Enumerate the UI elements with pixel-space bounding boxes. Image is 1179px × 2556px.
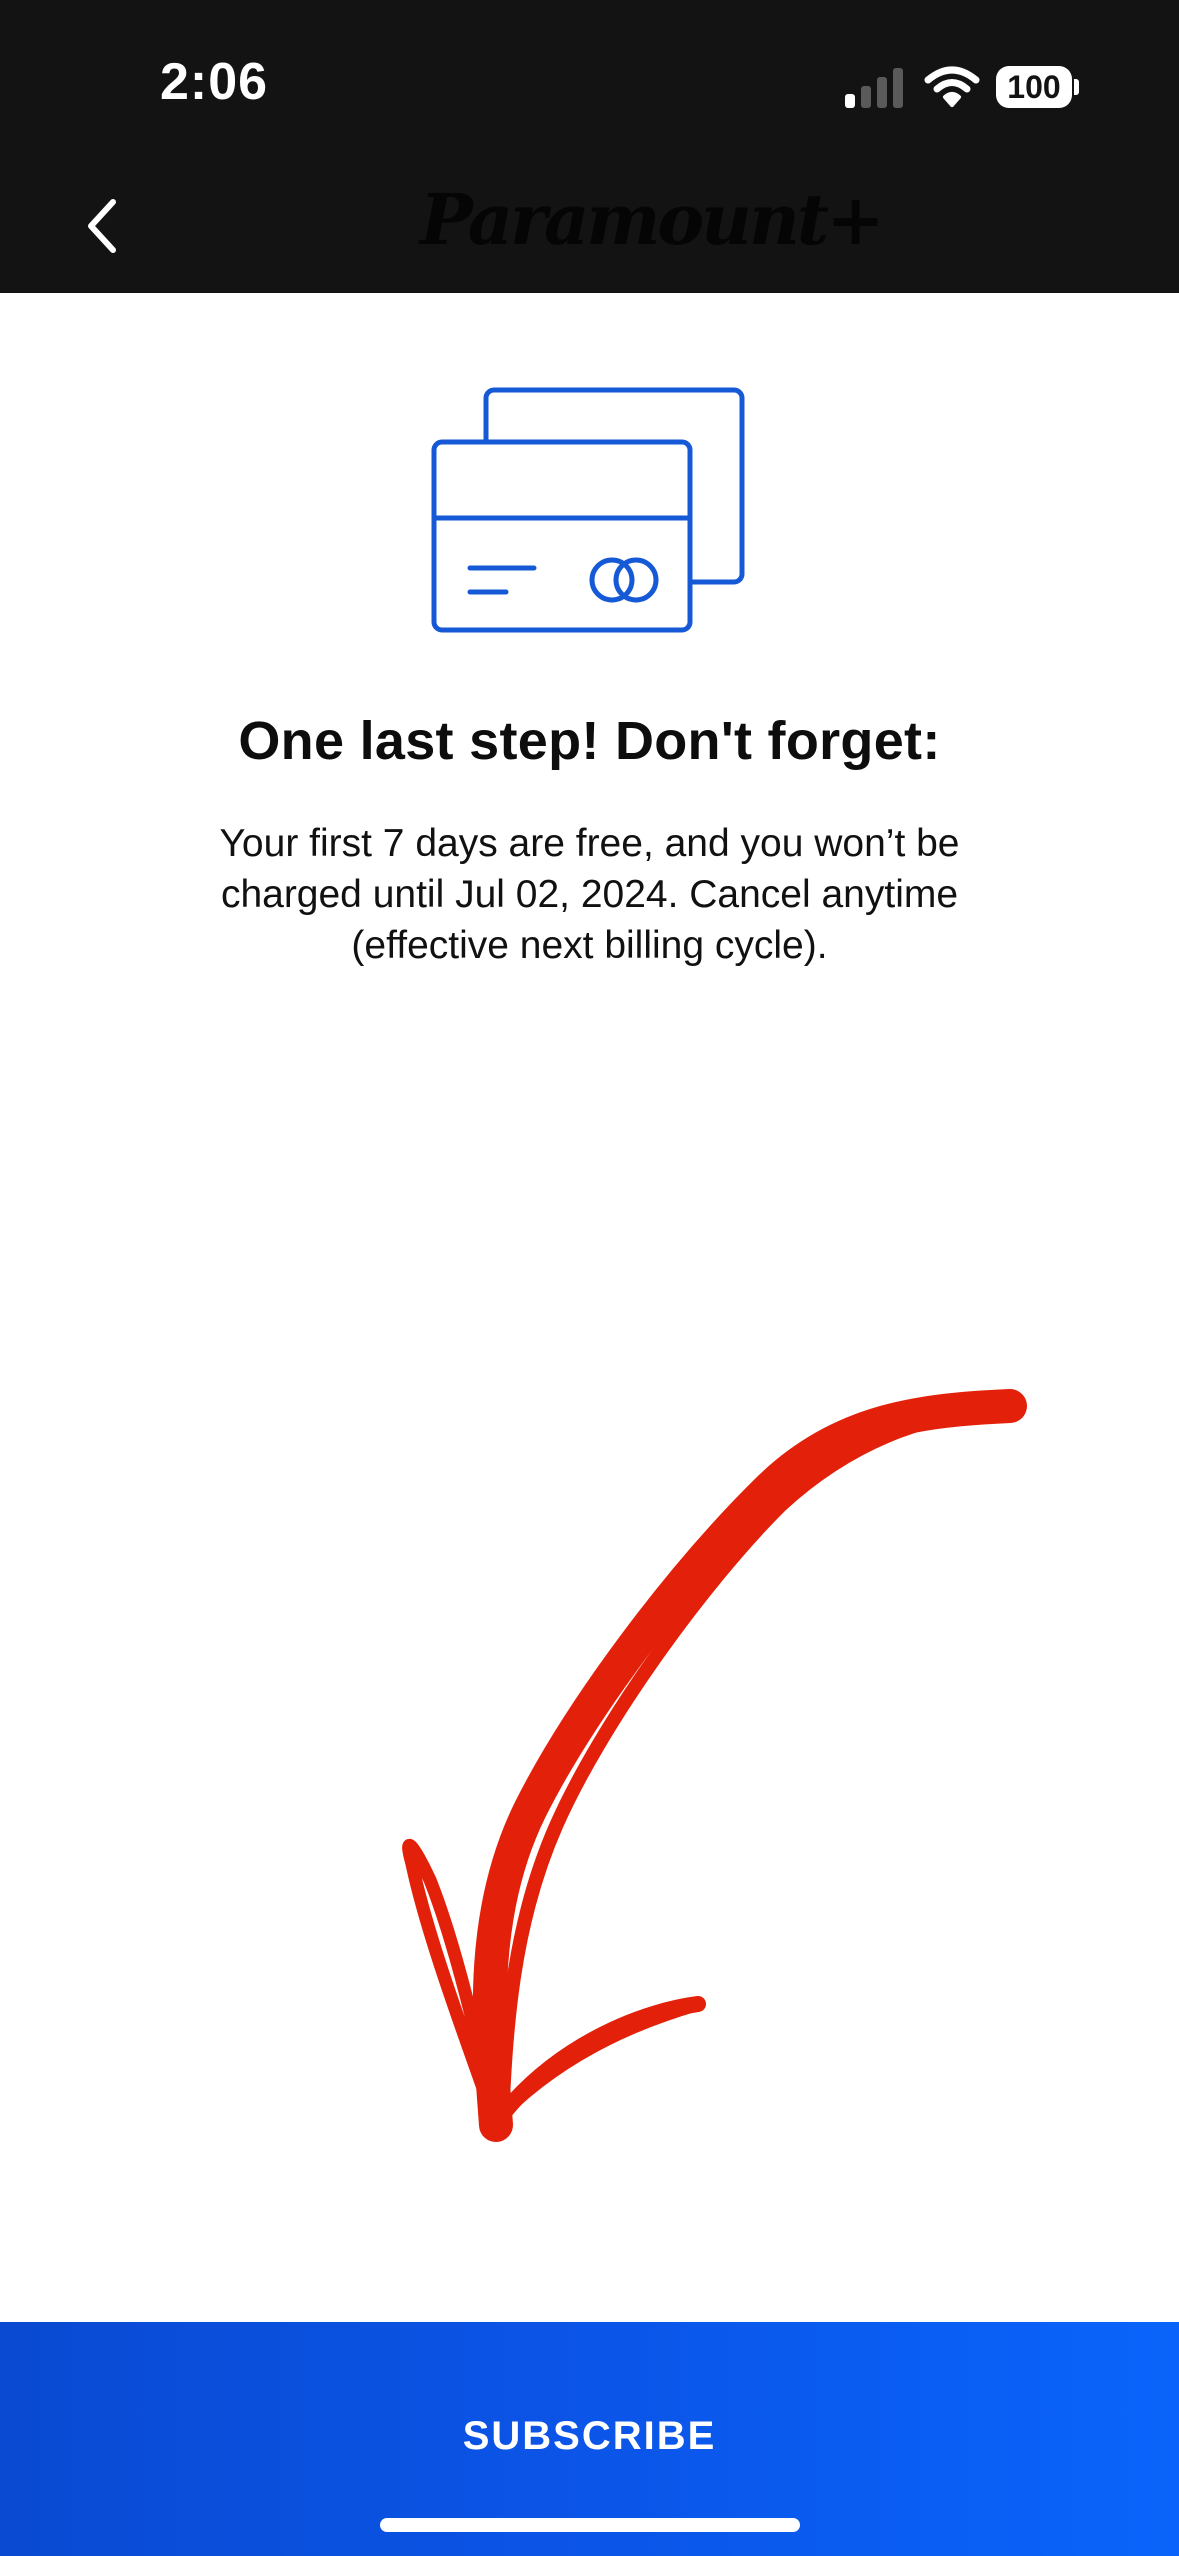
- trial-info-text: Your first 7 days are free, and you won’…: [219, 822, 960, 967]
- subscribe-button[interactable]: SUBSCRIBE: [0, 2322, 1179, 2556]
- paramount-plus-logo: Paramount+: [420, 178, 885, 261]
- wifi-icon: [924, 66, 980, 107]
- battery-cap: [1074, 79, 1079, 95]
- page-title: One last step! Don't forget:: [238, 711, 941, 771]
- credit-cards-icon: [431, 387, 745, 633]
- back-button[interactable]: [70, 190, 134, 262]
- red-hand-drawn-arrow-icon: [402, 1389, 1027, 2142]
- header: 2:06 100 Paramount+: [0, 0, 1179, 293]
- status-time: 2:06: [160, 53, 269, 111]
- chevron-left-icon: [88, 199, 116, 253]
- subscribe-confirmation-screen: 2:06 100 Paramount+ One last step! Don't…: [0, 0, 1179, 2556]
- subscribe-button-label: SUBSCRIBE: [462, 2414, 717, 2458]
- home-indicator[interactable]: [380, 2518, 800, 2532]
- battery-indicator: 100: [996, 66, 1080, 108]
- cellular-signal-icon: [845, 68, 903, 108]
- battery-level: 100: [996, 66, 1072, 108]
